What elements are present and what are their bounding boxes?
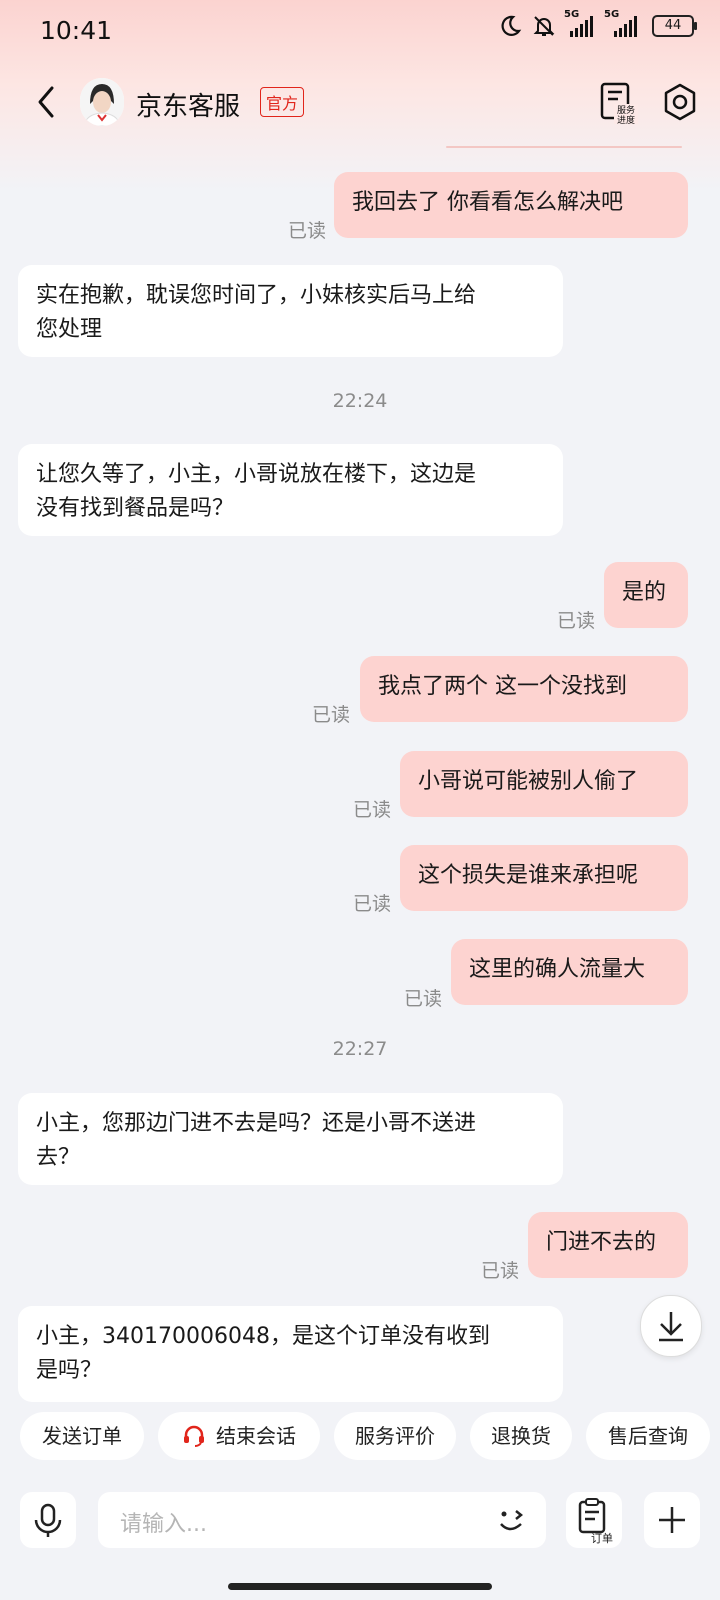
scroll-to-bottom-button[interactable] — [640, 1295, 702, 1357]
message-bubble-in[interactable]: 实在抱歉，耽误您时间了，小妹核实后马上给 您处理 — [18, 265, 563, 357]
signal-icon-2: 5G — [604, 9, 642, 37]
message-line: 小主，340170006048，是这个订单没有收到 — [36, 1324, 490, 1349]
read-receipt: 已读 — [353, 893, 392, 915]
arrow-down-icon — [659, 1312, 683, 1342]
plus-icon — [659, 1507, 685, 1533]
status-bar: 10:41 5G 5G 44 — [0, 0, 720, 62]
network-type-1: 5G — [564, 9, 580, 20]
message-bubble-in[interactable]: 让您久等了，小主，小哥说放在楼下，这边是 没有找到餐品是吗？ — [18, 444, 563, 536]
order-button[interactable]: 订单 — [566, 1492, 622, 1548]
send-order-chip[interactable]: 发送订单 — [20, 1412, 144, 1460]
read-receipt: 已读 — [288, 220, 327, 242]
service-progress-icon[interactable]: 服务 进度 — [598, 80, 638, 124]
read-receipt: 已读 — [404, 988, 443, 1010]
message-bubble-in[interactable]: 小主，340170006048，是这个订单没有收到 是吗？ — [18, 1306, 563, 1402]
status-icons: 5G 5G 44 — [498, 9, 697, 38]
read-receipt: 已读 — [481, 1260, 520, 1282]
message-line: 小主，您那边门进不去是吗？还是小哥不送进 — [36, 1111, 477, 1136]
status-time: 10:41 — [40, 16, 113, 45]
input-bar: 请输入... 订单 — [0, 1478, 720, 1600]
read-receipt: 已读 — [312, 704, 351, 726]
back-arrow-icon[interactable] — [28, 80, 68, 124]
mute-bell-icon — [533, 16, 555, 36]
message-line: 是吗？ — [36, 1358, 103, 1383]
microphone-icon — [34, 1503, 62, 1537]
message-bubble-out[interactable]: 这里的确人流量大 — [451, 939, 688, 1005]
more-button[interactable] — [644, 1492, 700, 1548]
input-placeholder: 请输入... — [120, 1512, 207, 1537]
signal-icon-1: 5G — [564, 9, 596, 37]
emoji-icon[interactable] — [494, 1502, 530, 1538]
after-sales-query-chip[interactable]: 售后查询 — [586, 1412, 710, 1460]
home-indicator[interactable] — [228, 1583, 492, 1590]
timestamp: 22:24 — [332, 390, 388, 412]
previous-message-edge — [446, 146, 682, 148]
network-type-2: 5G — [604, 9, 620, 20]
message-line: 实在抱歉，耽误您时间了，小妹核实后马上给 — [36, 283, 477, 308]
message-bubble-out[interactable]: 门进不去的 — [528, 1212, 688, 1278]
message-line: 没有找到餐品是吗？ — [36, 496, 235, 521]
chat-header: 京东客服 官方 服务 进度 — [0, 62, 720, 142]
headset-icon — [184, 1425, 204, 1447]
service-label-2: 进度 — [617, 114, 635, 124]
agent-avatar[interactable] — [80, 78, 124, 126]
order-label: 订单 — [591, 1532, 613, 1545]
message-line: 让您久等了，小主，小哥说放在楼下，这边是 — [36, 462, 477, 487]
message-bubble-out[interactable]: 小哥说可能被别人偷了 — [400, 751, 688, 817]
timestamp: 22:27 — [332, 1038, 388, 1060]
return-exchange-chip[interactable]: 退换货 — [470, 1412, 572, 1460]
official-badge: 官方 — [260, 87, 305, 117]
message-bubble-out[interactable]: 我回去了 你看看怎么解决吧 — [334, 172, 688, 238]
voice-button[interactable] — [20, 1492, 76, 1548]
chat-title: 京东客服 — [136, 92, 241, 122]
message-bubble-in[interactable]: 小主，您那边门进不去是吗？还是小哥不送进 去？ — [18, 1093, 563, 1185]
battery-icon: 44 — [652, 15, 697, 37]
end-session-chip[interactable]: 结束会话 — [158, 1412, 320, 1460]
moon-icon — [501, 15, 522, 36]
message-bubble-out[interactable]: 我点了两个 这一个没找到 — [360, 656, 688, 722]
settings-icon[interactable] — [660, 82, 700, 122]
service-rating-chip[interactable]: 服务评价 — [334, 1412, 456, 1460]
end-session-label: 结束会话 — [216, 1424, 296, 1448]
message-bubble-out[interactable]: 这个损失是谁来承担呢 — [400, 845, 688, 911]
read-receipt: 已读 — [353, 799, 392, 821]
service-label-1: 服务 — [617, 104, 635, 116]
order-icon: 订单 — [578, 1498, 613, 1545]
message-input[interactable]: 请输入... — [98, 1492, 546, 1548]
quick-action-bar: 发送订单 结束会话 服务评价 退换货 售后查询 — [0, 1402, 720, 1472]
message-line: 去？ — [36, 1145, 81, 1170]
message-bubble-out[interactable]: 是的 — [604, 562, 688, 628]
message-line: 您处理 — [36, 317, 103, 342]
read-receipt: 已读 — [557, 610, 596, 632]
